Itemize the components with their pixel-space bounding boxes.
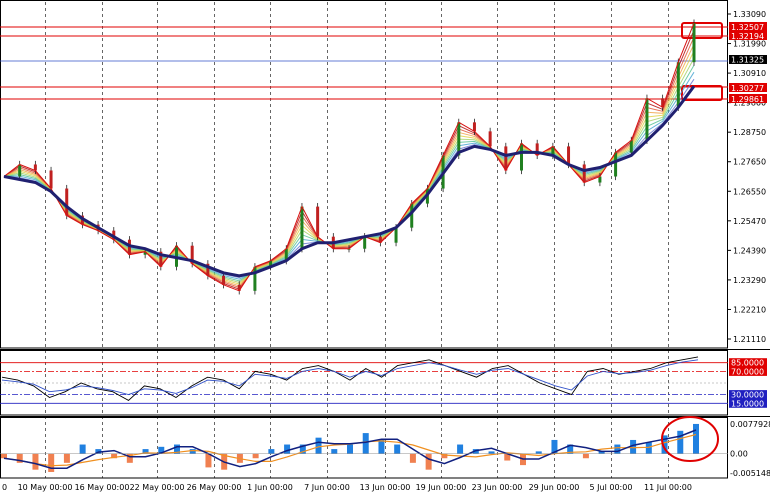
histogram-bar xyxy=(488,451,495,454)
y-tick-label: 1.23290 xyxy=(733,276,766,285)
candle-body xyxy=(645,98,649,141)
x-tick-label: 16 May 00:00 xyxy=(75,483,130,492)
histogram-bar xyxy=(425,453,432,470)
stochastic-line xyxy=(1,359,699,396)
x-tick-label: 22 May 00:00 xyxy=(130,483,185,492)
histogram-bar xyxy=(362,433,369,454)
level-price-tag-label: 1.29861 xyxy=(731,95,764,104)
histogram-bar xyxy=(677,430,684,454)
histogram-bar xyxy=(79,444,86,454)
level-price-tag-label: 1.30277 xyxy=(731,84,764,93)
x-tick-label: 23 Jun 00:00 xyxy=(472,483,523,492)
candle-body xyxy=(676,62,680,108)
candle-body xyxy=(504,146,508,171)
candle-body xyxy=(394,227,398,243)
histogram-bar xyxy=(32,453,39,470)
histogram-bar xyxy=(315,437,322,454)
histogram-bar xyxy=(48,453,55,472)
histogram-bar xyxy=(394,444,401,454)
stochastic-level-tag-label: 15.0000 xyxy=(731,399,764,408)
y-tick-label: 1.27650 xyxy=(733,158,766,167)
x-tick-label: 0 xyxy=(2,483,7,492)
forex-chart: 0 10 May 00:00 16 May 00:00 22 May 00:00 26 … xyxy=(0,0,770,492)
histogram-bar xyxy=(645,442,652,454)
candle-body xyxy=(222,275,226,285)
x-tick-label: 13 Jun 00:00 xyxy=(360,483,411,492)
x-tick-label: 1 Jun 00:00 xyxy=(247,483,293,492)
histogram-bar xyxy=(409,453,416,463)
histogram-bar xyxy=(535,451,542,454)
candle-body xyxy=(18,164,22,177)
histogram-bar xyxy=(582,453,589,459)
y-tick-label: 1.30910 xyxy=(733,69,766,78)
histogram-bar xyxy=(205,453,212,468)
candle-body xyxy=(300,206,304,249)
oscillator-tick-label: 0.00 xyxy=(730,450,748,459)
histogram-bar xyxy=(693,423,699,454)
x-tick-label: 19 Jun 00:00 xyxy=(416,483,467,492)
histogram-bar xyxy=(284,444,291,454)
x-tick-label: 11 Jul 00:00 xyxy=(644,483,692,492)
x-tick-label: 5 Jul 00:00 xyxy=(590,483,633,492)
oscillator-tick-label: -0.0051482 xyxy=(730,469,770,478)
candle-body xyxy=(614,152,618,177)
candle-body xyxy=(520,143,523,171)
candle-body xyxy=(629,140,633,153)
candle-body xyxy=(582,164,586,183)
candle-body xyxy=(49,170,53,189)
level-price-tag-label: 1.32507 xyxy=(731,23,764,32)
histogram-bar xyxy=(378,439,385,454)
histogram-bar xyxy=(252,453,259,459)
stochastic-level-tag-label: 30.0000 xyxy=(731,391,764,400)
candle-body xyxy=(488,131,492,147)
stochastic-level-tag-label: 85.0000 xyxy=(731,359,764,368)
candle-body xyxy=(316,206,320,237)
current-price-tag-label: 1.31325 xyxy=(731,56,764,65)
stochastic-line xyxy=(1,356,699,401)
stochastic-level-tag-label: 70.0000 xyxy=(731,367,764,376)
price-panel-frame xyxy=(0,0,728,349)
candle-body xyxy=(253,266,257,291)
x-tick-label: 10 May 00:00 xyxy=(18,483,73,492)
y-tick-label: 1.21110 xyxy=(733,335,766,344)
oscillator-tick-label: 0.0077928 xyxy=(730,420,770,429)
y-tick-label: 1.24390 xyxy=(733,246,766,255)
x-tick-label: 7 Jun 00:00 xyxy=(304,483,350,492)
level-price-tag-label: 1.32194 xyxy=(731,32,764,41)
histogram-bar xyxy=(63,453,70,463)
candle-body xyxy=(692,23,696,63)
candle-body xyxy=(472,122,476,132)
histogram-bar xyxy=(189,449,196,454)
histogram-bar xyxy=(1,453,7,459)
histogram-bar xyxy=(347,444,353,454)
y-tick-label: 1.28750 xyxy=(733,128,766,137)
x-tick-label: 29 Jun 00:00 xyxy=(529,483,580,492)
y-tick-label: 1.25470 xyxy=(733,217,766,226)
candle-body xyxy=(65,188,69,216)
x-tick-label: 26 May 00:00 xyxy=(187,483,242,492)
histogram-bar xyxy=(268,449,275,454)
candle-body xyxy=(363,236,367,249)
histogram-bar xyxy=(614,444,621,454)
y-tick-label: 1.26550 xyxy=(733,187,766,196)
y-tick-label: 1.33090 xyxy=(733,10,766,19)
candle-body xyxy=(567,146,571,165)
y-tick-label: 1.22210 xyxy=(733,305,766,314)
histogram-bar xyxy=(331,449,338,454)
highlight-circle xyxy=(661,416,719,462)
histogram-bar xyxy=(457,444,464,454)
